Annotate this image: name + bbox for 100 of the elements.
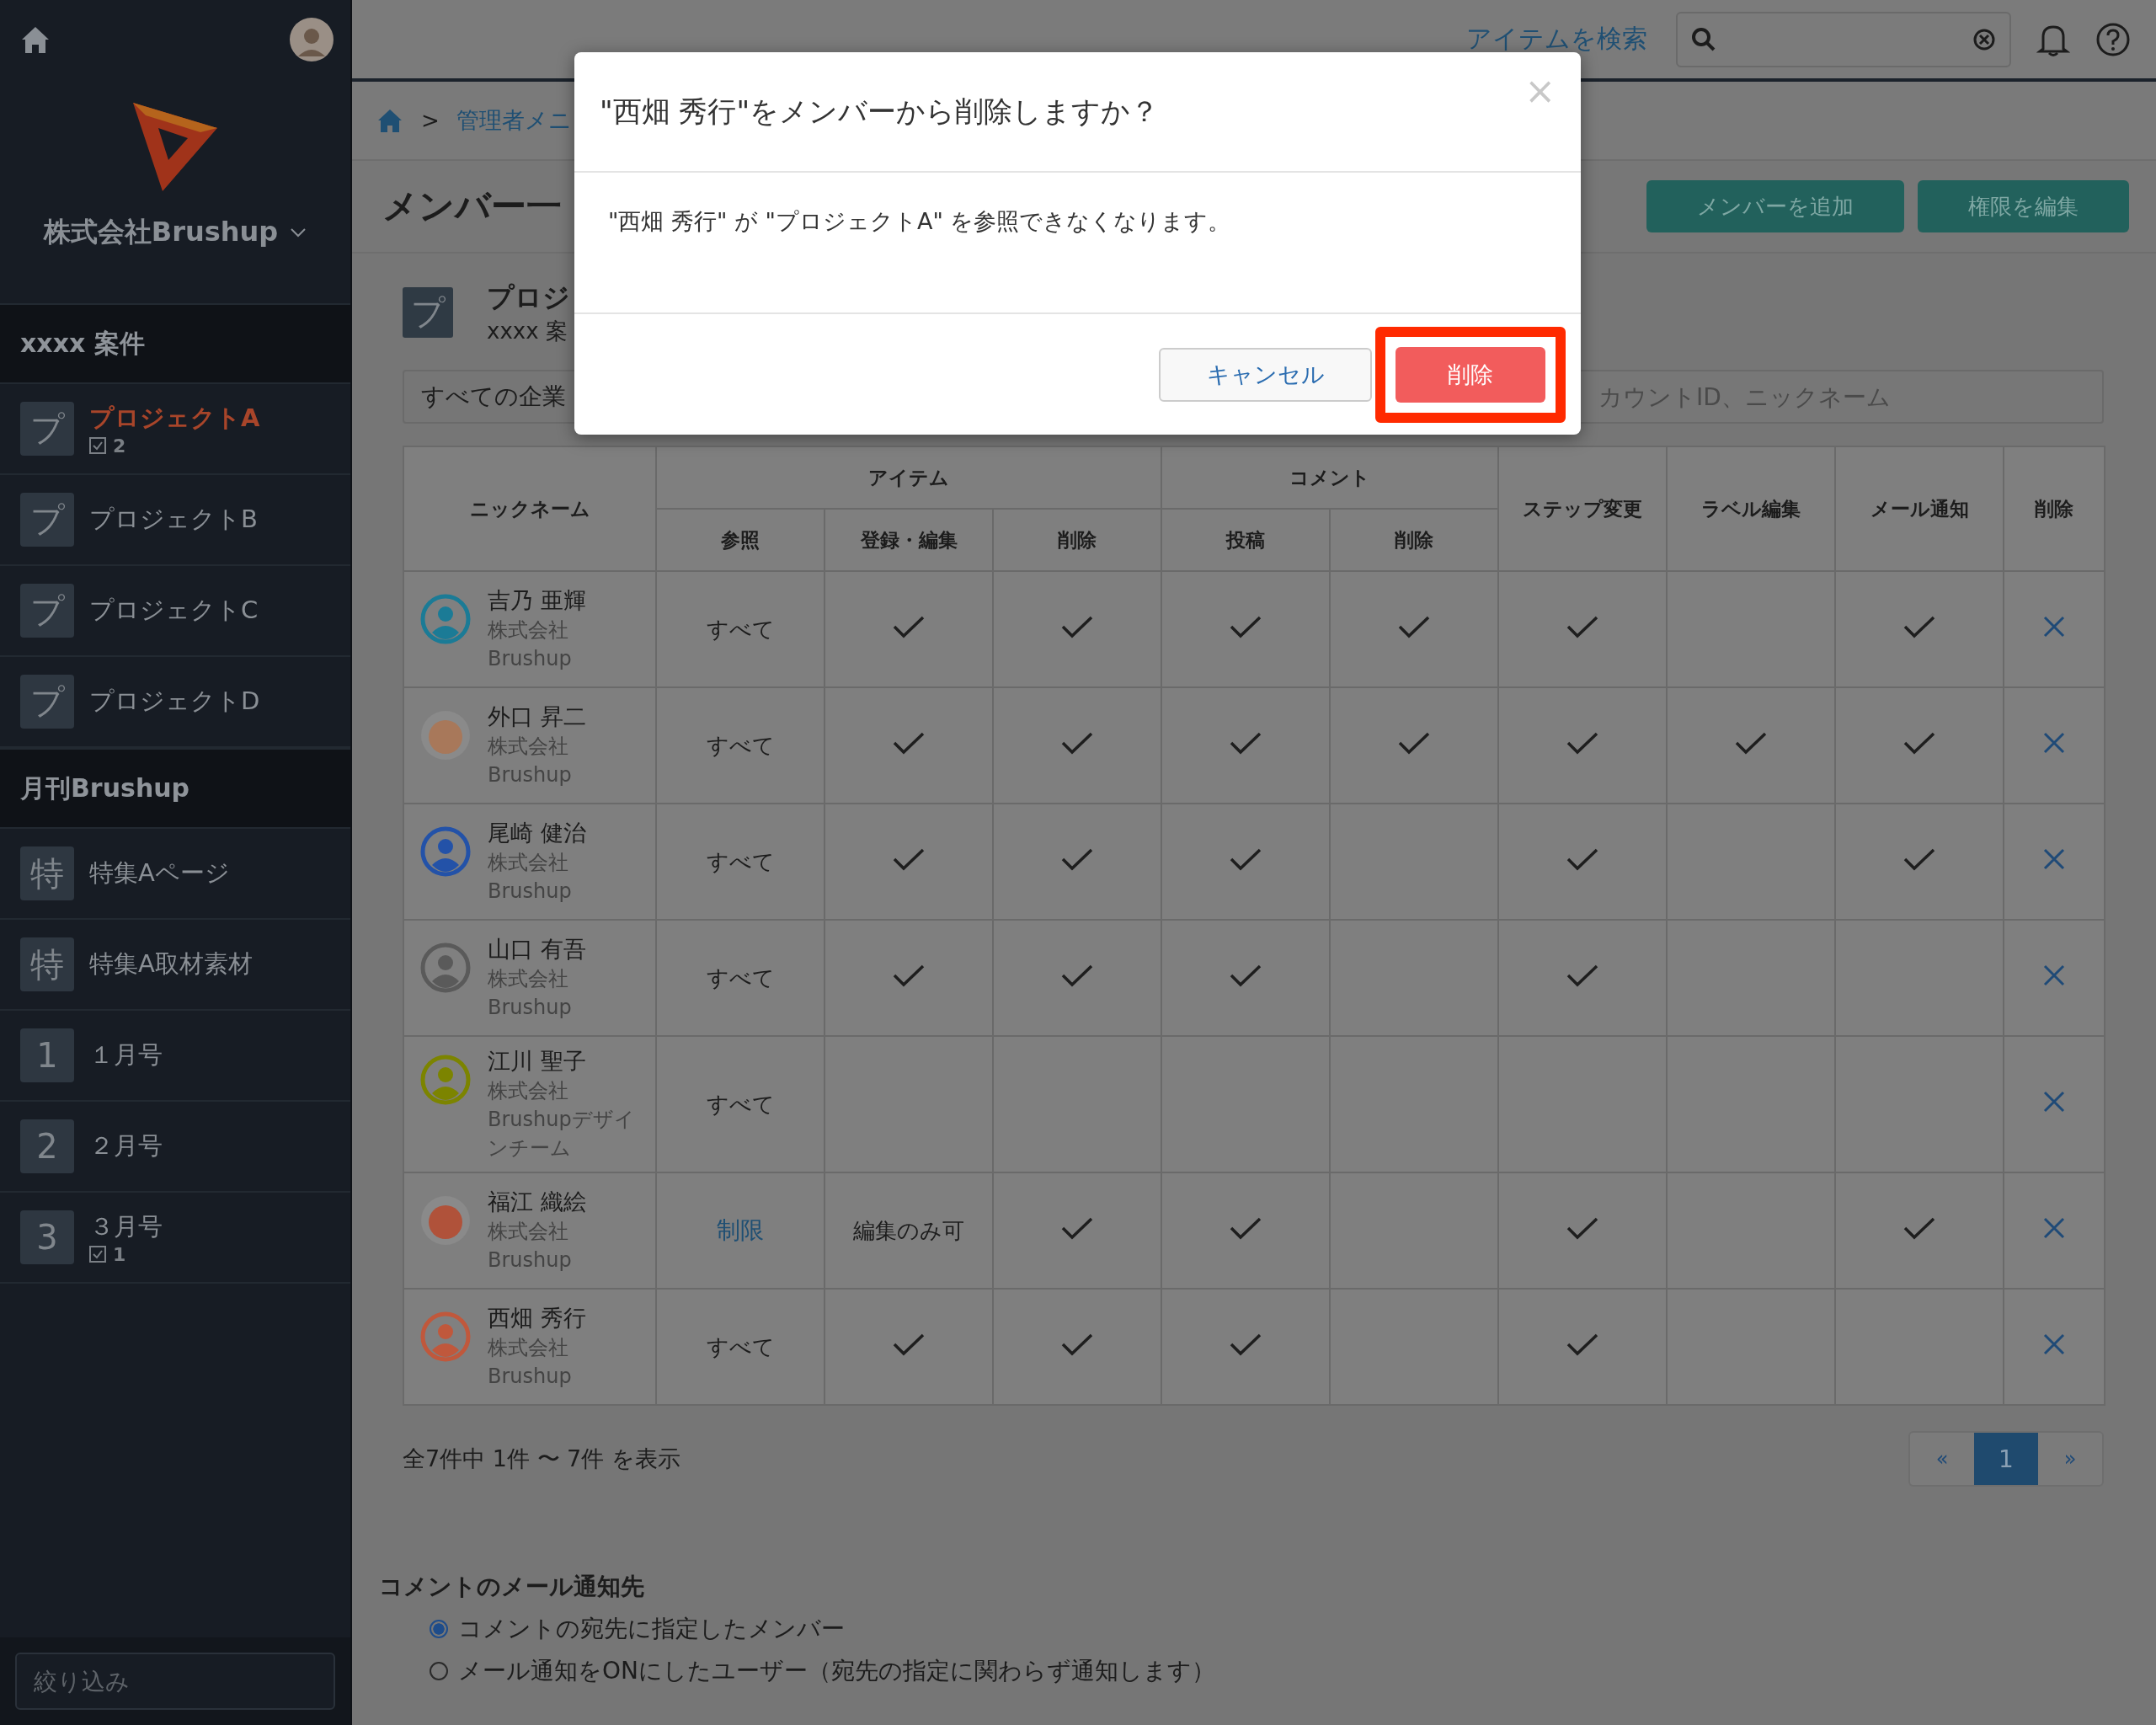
close-icon[interactable]	[2042, 964, 2066, 987]
radio-button[interactable]	[430, 1620, 448, 1638]
sidebar-item[interactable]: 特 特集Aページ	[0, 829, 350, 920]
close-icon[interactable]	[2042, 731, 2066, 755]
checkbox-icon	[89, 437, 106, 454]
breadcrumb-separator: >	[421, 108, 440, 133]
project-icon: 2	[20, 1119, 74, 1173]
count-label: 1	[113, 1243, 126, 1265]
column-header: 登録・編集	[825, 509, 993, 571]
chevron-down-icon[interactable]	[290, 227, 307, 238]
item-label: 特集A取材素材	[89, 948, 253, 980]
next-page-button[interactable]: »	[2038, 1433, 2102, 1485]
check-icon	[1566, 847, 1599, 871]
column-header: ラベル編集	[1667, 446, 1835, 571]
column-header: コメント	[1161, 446, 1498, 509]
page-title: メンバー一	[382, 184, 562, 228]
action-button[interactable]: 権限を編集	[1918, 180, 2129, 232]
check-icon	[1060, 964, 1094, 987]
company-name[interactable]: 株式会社Brushup	[43, 214, 279, 251]
check-icon	[1397, 731, 1431, 755]
member-company: 株式会社	[488, 1219, 569, 1245]
column-header: ニックネーム	[403, 446, 656, 571]
member-company: 株式会社	[488, 850, 569, 876]
member-company: Brushup	[488, 1364, 573, 1390]
sidebar-item[interactable]: 特 特集A取材素材	[0, 920, 350, 1011]
close-icon[interactable]	[2042, 1090, 2066, 1114]
check-icon	[892, 847, 926, 871]
radio-label[interactable]: コメントの宛先に指定したメンバー	[458, 1613, 845, 1645]
check-icon	[1734, 731, 1768, 755]
permission-link[interactable]: 制限	[717, 1216, 764, 1244]
section-title: コメントのメール通知先	[379, 1572, 645, 1602]
member-name: 吉乃 亜輝	[488, 586, 587, 615]
sidebar-item[interactable]: プ プロジェクトC	[0, 566, 350, 657]
member-company: Brushup	[488, 1247, 573, 1274]
member-company: 株式会社	[488, 734, 569, 760]
project-icon: プ	[20, 584, 74, 638]
permission-text: 編集のみ可	[853, 1217, 964, 1243]
member-name: 山口 有吾	[488, 935, 587, 964]
close-icon[interactable]	[2042, 847, 2066, 871]
close-icon[interactable]	[2042, 1216, 2066, 1240]
column-header: メール通知	[1835, 446, 2004, 571]
member-company: 株式会社	[488, 1078, 569, 1104]
permission-text: すべて	[706, 848, 775, 874]
check-icon	[1566, 1332, 1599, 1356]
count-label: 2	[113, 435, 126, 457]
delete-button[interactable]: 削除	[1396, 346, 1545, 403]
member-name: 外口 昇二	[488, 702, 587, 731]
check-icon	[1060, 731, 1094, 755]
action-button[interactable]: メンバーを追加	[1646, 180, 1904, 232]
item-label: １月号	[89, 1039, 163, 1071]
prev-page-button[interactable]: «	[1910, 1433, 1974, 1485]
sidebar-item[interactable]: 1 １月号	[0, 1011, 350, 1102]
page-button[interactable]: 1	[1974, 1433, 2038, 1485]
check-icon	[1566, 731, 1599, 755]
search-field[interactable]	[1676, 11, 2011, 67]
check-icon	[892, 964, 926, 987]
project-group: xxxx 案	[487, 316, 570, 346]
project-icon: プ	[20, 493, 74, 547]
check-icon	[1229, 1332, 1262, 1356]
item-label: 特集Aページ	[89, 857, 230, 889]
member-company: 株式会社	[488, 966, 569, 992]
help-icon[interactable]	[2095, 21, 2131, 57]
sidebar-item[interactable]: プ プロジェクトB	[0, 475, 350, 566]
column-header: 削除	[2004, 446, 2105, 571]
radio-label[interactable]: メール通知をONにしたユーザー（宛先の指定に関わらず通知します）	[458, 1655, 1215, 1687]
member-company: Brushup	[488, 995, 573, 1021]
check-icon	[1229, 615, 1262, 638]
search-icon	[1691, 26, 1716, 52]
permission-text: すべて	[706, 964, 775, 991]
member-name: 西畑 秀行	[488, 1304, 587, 1332]
member-company: Brushup	[488, 879, 573, 905]
project-icon: 3	[20, 1210, 74, 1264]
project-icon: プ	[403, 287, 453, 338]
radio-button[interactable]	[430, 1662, 448, 1680]
member-name: 福江 織絵	[488, 1188, 587, 1216]
check-icon	[892, 731, 926, 755]
member-company: 株式会社	[488, 1335, 569, 1361]
check-icon	[1566, 964, 1599, 987]
close-icon[interactable]	[2042, 615, 2066, 638]
check-icon	[1060, 1332, 1094, 1356]
check-icon	[1229, 1216, 1262, 1240]
breadcrumb-link[interactable]: 管理者メニ	[456, 105, 572, 136]
sidebar-item[interactable]: 3 ３月号 1	[0, 1193, 350, 1284]
check-icon	[1229, 731, 1262, 755]
check-icon	[1060, 847, 1094, 871]
close-icon[interactable]	[2042, 1332, 2066, 1356]
item-label: ２月号	[89, 1130, 163, 1162]
sidebar-item[interactable]: 2 ２月号	[0, 1102, 350, 1193]
filter-field[interactable]: 絞り込み	[15, 1653, 335, 1710]
item-label: プロジェクトD	[89, 686, 260, 717]
check-icon	[1060, 1216, 1094, 1240]
column-header: 参照	[656, 509, 825, 571]
cancel-button[interactable]: キャンセル	[1159, 347, 1372, 402]
user-avatar[interactable]	[290, 18, 334, 61]
clear-icon[interactable]	[1972, 27, 1996, 51]
item-label: プロジェクトA	[89, 402, 260, 434]
check-icon	[892, 615, 926, 638]
project-name: プロジ	[487, 280, 570, 315]
sidebar-item[interactable]: プ プロジェクトA 2	[0, 384, 350, 475]
check-icon	[1397, 615, 1431, 638]
